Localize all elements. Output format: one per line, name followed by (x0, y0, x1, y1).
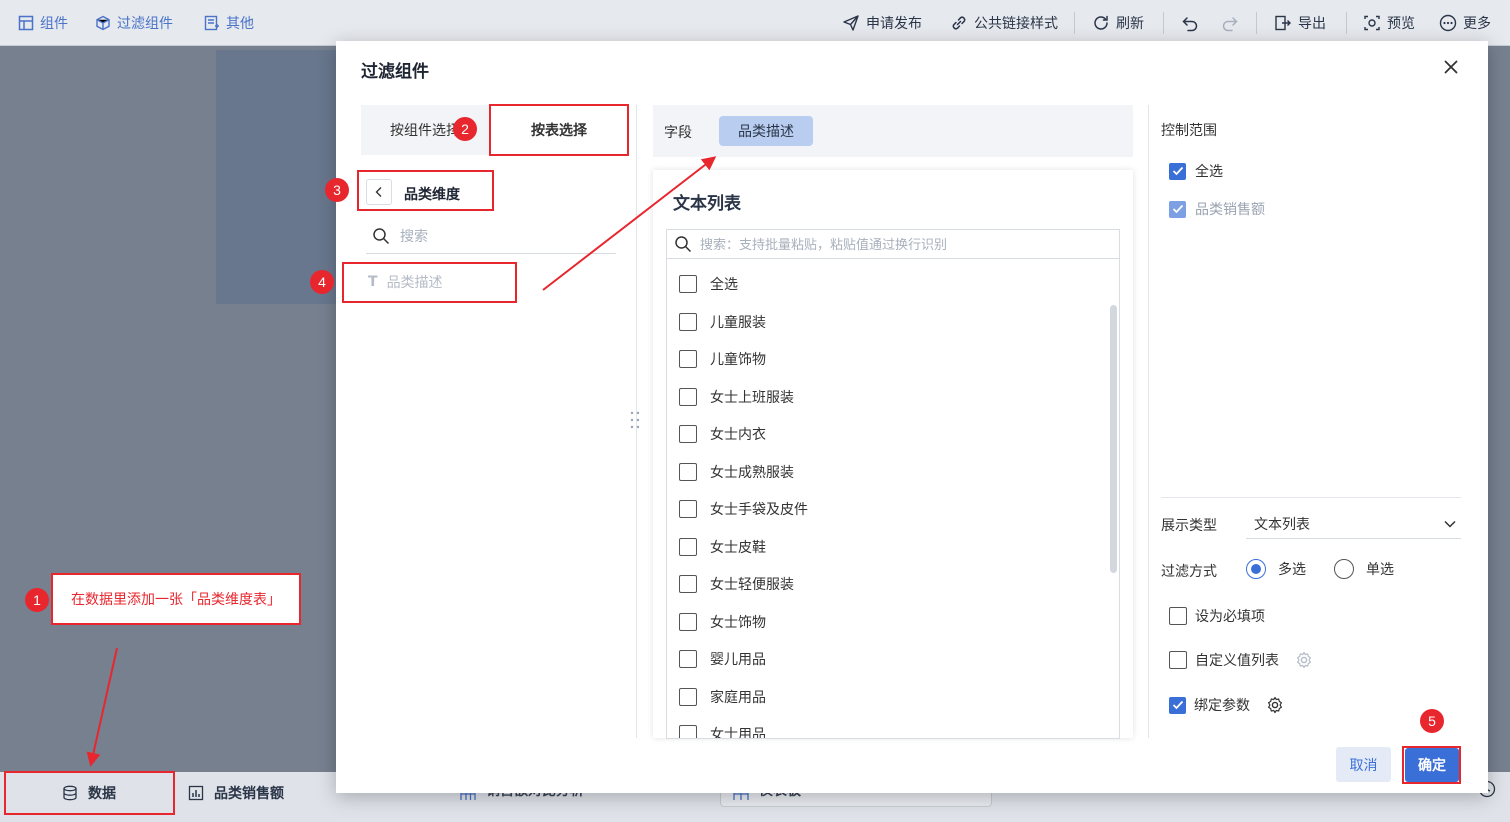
arrow-to-field-chip (542, 156, 717, 291)
arrow-to-data-tab (86, 647, 118, 767)
annotation-arrows (86, 156, 717, 767)
